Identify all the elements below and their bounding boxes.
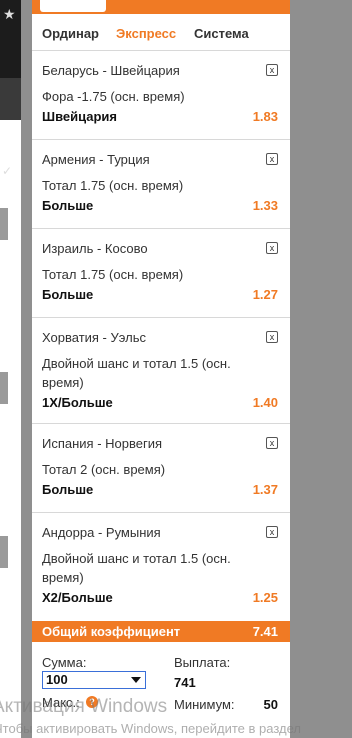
bet-type-tabs: Ординар Экспресс Система — [32, 24, 290, 46]
bet-item: Хорватия - Уэльс x Двойной шанс и тотал … — [32, 318, 290, 424]
bet-market: Фора -1.75 (осн. время) — [42, 89, 185, 104]
bet-selection: 1X/Больше — [42, 395, 113, 410]
bet-item: Андорра - Румыния x Двойной шанс и тотал… — [32, 513, 290, 619]
left-scroll-tab[interactable] — [0, 536, 8, 568]
bet-odds: 1.27 — [252, 287, 278, 302]
bet-market: Тотал 1.75 (осн. время) — [42, 267, 184, 282]
payout-label: Выплата: — [174, 655, 231, 670]
bet-market: Двойной шанс и тотал 1.5 (осн. время) — [42, 356, 231, 390]
close-icon[interactable]: x — [266, 331, 278, 343]
payout-value: 741 — [174, 675, 196, 690]
bet-odds: 1.25 — [252, 590, 278, 605]
close-icon[interactable]: x — [266, 242, 278, 254]
left-background: ★ ✓ — [0, 0, 21, 738]
stake-select[interactable]: 100 — [42, 671, 146, 689]
total-odds-label: Общий коэффициент — [42, 624, 181, 639]
bet-selection: Больше — [42, 287, 94, 302]
minimum-label: Минимум: — [174, 697, 235, 712]
bet-odds: 1.40 — [252, 395, 278, 410]
chevron-down-icon[interactable] — [131, 677, 141, 683]
help-icon[interactable]: ? — [86, 696, 98, 708]
left-dark-strip: ✓ — [0, 78, 21, 178]
bet-match: Андорра - Румыния — [42, 525, 161, 540]
close-icon[interactable]: x — [266, 437, 278, 449]
bet-item: Армения - Турция x Тотал 1.75 (осн. врем… — [32, 140, 290, 229]
left-scroll-tab[interactable] — [0, 372, 8, 404]
bet-odds: 1.37 — [252, 482, 278, 497]
bet-selection: Швейцария — [42, 109, 118, 124]
slip-header-bar — [32, 0, 290, 14]
overlay-gap — [21, 0, 32, 738]
bet-market: Двойной шанс и тотал 1.5 (осн. время) — [42, 551, 231, 585]
bet-item: Израиль - Косово x Тотал 1.75 (осн. врем… — [32, 229, 290, 318]
close-icon[interactable]: x — [266, 526, 278, 538]
tab-single[interactable]: Ординар — [42, 26, 99, 41]
bet-item: Испания - Норвегия x Тотал 2 (осн. время… — [32, 424, 290, 513]
bet-odds: 1.33 — [252, 198, 278, 213]
bet-selection: Больше — [42, 482, 94, 497]
tab-system[interactable]: Система — [194, 26, 249, 41]
close-icon[interactable]: x — [266, 153, 278, 165]
bet-selection: X2/Больше — [42, 590, 113, 605]
bet-item: Беларусь - Швейцария x Фора -1.75 (осн. … — [32, 51, 290, 140]
left-dark-header: ★ — [0, 0, 21, 78]
close-icon[interactable]: x — [266, 64, 278, 76]
total-odds-value: 7.41 — [252, 624, 278, 639]
stake-label: Сумма: — [42, 655, 87, 670]
stake-value: 100 — [46, 672, 68, 687]
left-scroll-tab[interactable] — [0, 208, 8, 240]
bet-selection: Больше — [42, 198, 94, 213]
bet-slip-panel: Ординар Экспресс Система Беларусь - Швей… — [32, 0, 290, 738]
right-background — [290, 0, 352, 738]
max-label: Макс.: — [42, 695, 80, 710]
bet-match: Хорватия - Уэльс — [42, 330, 146, 345]
star-icon[interactable]: ★ — [3, 6, 16, 23]
total-odds-bar: Общий коэффициент 7.41 — [32, 621, 290, 642]
minimum-value: 50 — [263, 697, 278, 712]
bet-market: Тотал 1.75 (осн. время) — [42, 178, 184, 193]
bet-market: Тотал 2 (осн. время) — [42, 462, 166, 477]
bet-match: Армения - Турция — [42, 152, 150, 167]
bet-odds: 1.83 — [252, 109, 278, 124]
slip-header-tab[interactable] — [40, 0, 106, 12]
bet-match: Испания - Норвегия — [42, 436, 163, 451]
bet-match: Беларусь - Швейцария — [42, 63, 180, 78]
tab-express[interactable]: Экспресс — [116, 26, 176, 41]
check-icon[interactable]: ✓ — [2, 164, 12, 178]
bet-match: Израиль - Косово — [42, 241, 148, 256]
